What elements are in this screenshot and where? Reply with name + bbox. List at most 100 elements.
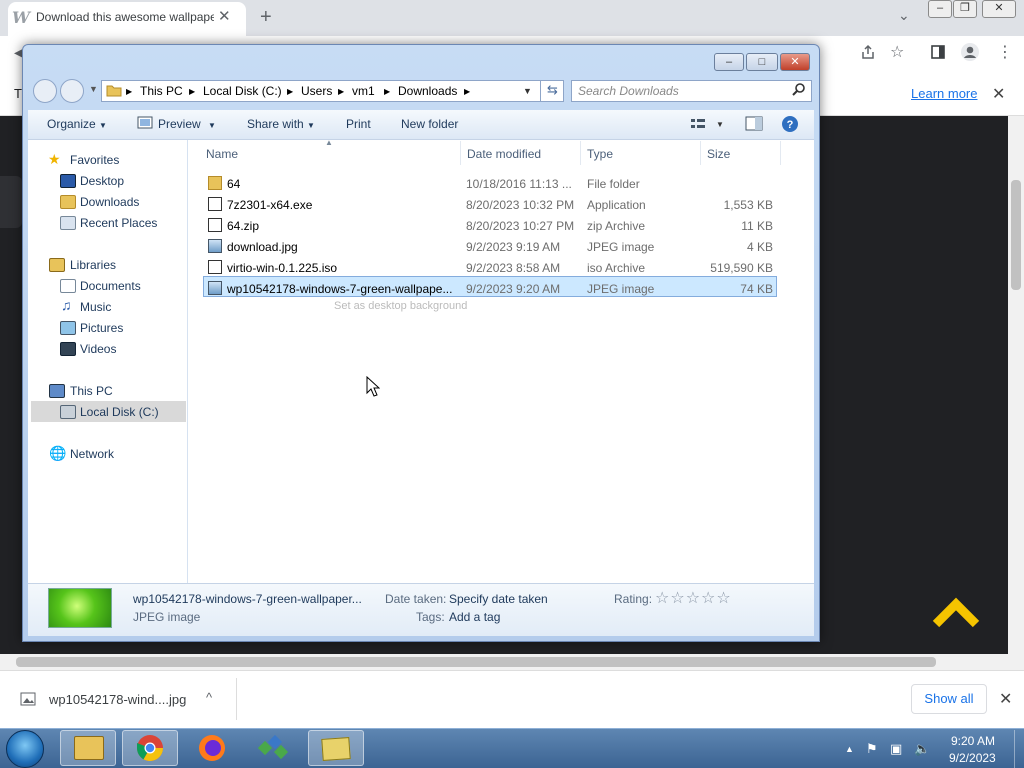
nav-recent-places[interactable]: Recent Places [80, 216, 157, 230]
breadcrumb-arrow-icon[interactable]: ▶ [189, 87, 195, 96]
tab-close-icon[interactable]: ✕ [218, 7, 231, 25]
vertical-scroll-thumb[interactable] [1011, 180, 1021, 290]
action-center-icon[interactable]: ⚑ [866, 741, 878, 757]
firefox-icon [199, 735, 225, 761]
breadcrumb-arrow-icon[interactable]: ▶ [338, 87, 344, 96]
preview-pane-icon[interactable] [745, 116, 763, 132]
column-divider[interactable] [780, 141, 781, 165]
profile-avatar-icon[interactable] [960, 42, 980, 62]
clock-date[interactable]: 9/2/2023 [949, 751, 996, 765]
horizontal-scroll-thumb[interactable] [16, 657, 936, 667]
file-name: 64 [227, 177, 241, 191]
help-icon[interactable]: ? [781, 115, 799, 133]
nav-downloads[interactable]: Downloads [80, 195, 139, 209]
chevron-down-icon: ▼ [208, 121, 216, 130]
column-divider[interactable] [700, 141, 701, 165]
network-puzzle-icon [258, 734, 289, 760]
breadcrumb-arrow-icon[interactable]: ▶ [287, 87, 293, 96]
side-panel-icon[interactable] [930, 44, 946, 60]
nav-this-pc[interactable]: This PC [70, 384, 113, 398]
search-icon[interactable] [792, 82, 806, 96]
file-type: JPEG image [587, 282, 655, 296]
breadcrumb-downloads[interactable]: Downloads [398, 84, 457, 98]
breadcrumb-users[interactable]: Users [301, 84, 332, 98]
breadcrumb-vm1[interactable]: vm1 [352, 84, 375, 98]
clock-time[interactable]: 9:20 AM [951, 734, 995, 748]
details-filetype: JPEG image [133, 610, 201, 624]
bookmark-star-icon[interactable]: ☆ [890, 42, 904, 62]
search-placeholder: Search Downloads [578, 84, 679, 98]
organize-button[interactable]: Organize ▼ [47, 117, 107, 131]
nav-music[interactable]: Music [80, 300, 111, 314]
browser-close-button[interactable]: ✕ [982, 0, 1016, 18]
learn-more-link[interactable]: Learn more [911, 86, 977, 101]
tags-value[interactable]: Add a tag [449, 610, 500, 624]
new-tab-button[interactable]: + [260, 6, 272, 29]
chevron-down-icon: ▼ [99, 121, 107, 130]
site-favicon-icon: W [12, 8, 30, 27]
file-date: 8/20/2023 10:32 PM [466, 198, 575, 212]
rating-stars[interactable]: ☆☆☆☆☆ [655, 588, 732, 608]
back-forward-buttons[interactable] [32, 78, 88, 104]
chrome-menu-icon[interactable]: ⋮ [997, 42, 1013, 62]
browser-minimize-button[interactable]: – [928, 0, 952, 18]
volume-icon[interactable]: 🔈 [914, 741, 930, 757]
file-date: 10/18/2016 11:13 ... [466, 177, 572, 191]
preview-icon [137, 116, 153, 129]
breadcrumb-arrow-icon[interactable]: ▶ [126, 87, 132, 96]
address-history-chevron-icon[interactable]: ▼ [523, 86, 532, 96]
explorer-minimize-button[interactable]: – [714, 53, 744, 71]
breadcrumb-local-disk[interactable]: Local Disk (C:) [203, 84, 282, 98]
nav-favorites[interactable]: Favorites [70, 153, 119, 167]
browser-restore-button[interactable]: ❐ [953, 0, 977, 18]
start-button[interactable] [6, 730, 44, 768]
nav-documents[interactable]: Documents [80, 279, 141, 293]
share-with-button[interactable]: Share with ▼ [247, 117, 315, 131]
column-header-size[interactable]: Size [707, 147, 730, 161]
folder-icon [208, 176, 222, 190]
column-header-name[interactable]: Name [206, 147, 238, 161]
nav-desktop[interactable]: Desktop [80, 174, 124, 188]
infobar-close-icon[interactable]: ✕ [992, 84, 1005, 104]
breadcrumb-this-pc[interactable]: This PC [140, 84, 183, 98]
file-type: iso Archive [587, 261, 646, 275]
recent-places-icon [60, 216, 76, 230]
column-divider[interactable] [580, 141, 581, 165]
date-taken-value[interactable]: Specify date taken [449, 592, 548, 606]
column-header-date[interactable]: Date modified [467, 147, 541, 161]
column-divider[interactable] [460, 141, 461, 165]
show-desktop-button[interactable] [1014, 730, 1024, 768]
scroll-to-top-icon[interactable] [932, 596, 980, 632]
breadcrumb-arrow-icon[interactable]: ▶ [384, 87, 390, 96]
nav-videos[interactable]: Videos [80, 342, 116, 356]
image-file-icon [208, 281, 222, 295]
chevron-up-icon[interactable]: ^ [206, 690, 212, 705]
download-bar-close-icon[interactable]: ✕ [999, 689, 1012, 709]
share-icon[interactable] [860, 44, 876, 60]
tray-expand-icon[interactable]: ▲ [845, 744, 854, 754]
preview-button[interactable]: Preview ▼ [158, 117, 216, 131]
chevron-down-icon[interactable]: ▼ [716, 120, 724, 129]
file-date: 8/20/2023 10:27 PM [466, 219, 575, 233]
explorer-maximize-button[interactable]: □ [746, 53, 778, 71]
rating-label: Rating: [614, 592, 653, 606]
new-folder-button[interactable]: New folder [401, 117, 458, 131]
sort-arrow-icon: ▲ [325, 138, 333, 147]
recent-pages-chevron-icon[interactable]: ▼ [89, 84, 98, 94]
tab-title: Download this awesome wallpaper [36, 10, 214, 24]
print-button[interactable]: Print [346, 117, 371, 131]
file-name: download.jpg [227, 240, 298, 254]
breadcrumb-arrow-icon[interactable]: ▶ [464, 87, 470, 96]
network-tray-icon[interactable]: ▣ [890, 741, 902, 757]
nav-local-disk[interactable]: Local Disk (C:) [80, 405, 159, 419]
tab-search-button[interactable]: ⌄ [898, 7, 910, 24]
view-options-icon[interactable] [690, 117, 706, 131]
refresh-icon[interactable]: ⇆ [540, 80, 564, 102]
nav-libraries[interactable]: Libraries [70, 258, 116, 272]
download-filename[interactable]: wp10542178-wind....jpg [49, 692, 186, 707]
explorer-close-button[interactable]: ✕ [780, 53, 810, 71]
nav-pictures[interactable]: Pictures [80, 321, 123, 335]
show-all-button[interactable]: Show all [911, 684, 987, 714]
column-header-type[interactable]: Type [587, 147, 613, 161]
nav-network[interactable]: Network [70, 447, 114, 461]
